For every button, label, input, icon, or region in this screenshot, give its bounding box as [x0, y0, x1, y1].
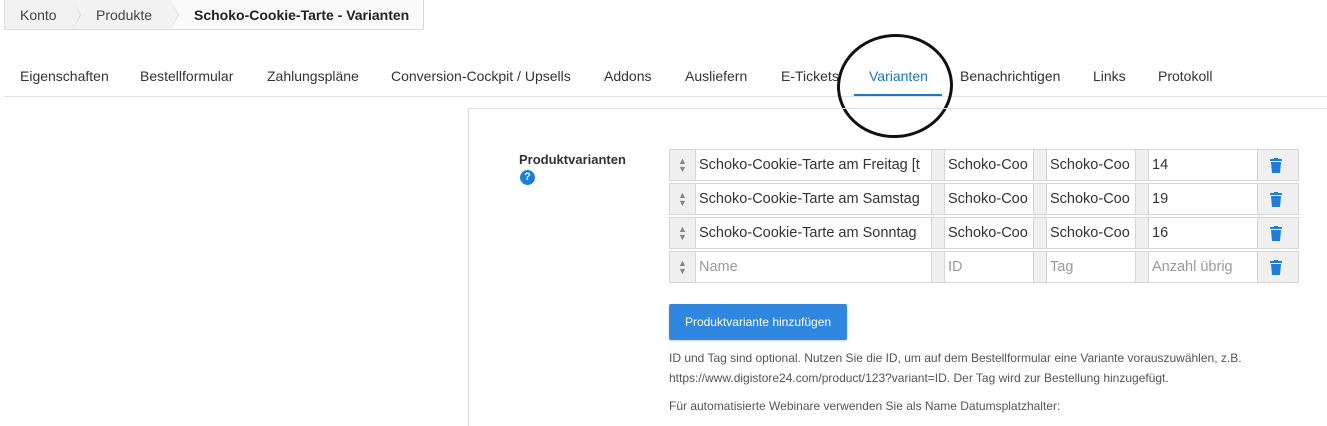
breadcrumb: Konto Produkte Schoko-Cookie-Tarte - Var…: [4, 0, 425, 30]
variant-row: ▲ ▼ Schoko-Cookie-Tarte am Samstag Schoko…: [669, 183, 1299, 215]
variant-row-new: ▲ ▼: [669, 251, 1299, 283]
breadcrumb-item-produkte[interactable]: Produkte: [72, 0, 179, 30]
drag-handle-icon[interactable]: ▲ ▼: [670, 150, 695, 180]
variant-name-input[interactable]: Schoko-Cookie-Tarte am Freitag [t: [695, 150, 932, 180]
variant-name-input[interactable]: Schoko-Cookie-Tarte am Samstag: [695, 184, 932, 214]
breadcrumb-item-current: Schoko-Cookie-Tarte - Varianten: [170, 0, 424, 29]
active-tab-indicator: [854, 94, 942, 96]
tab-eigenschaften[interactable]: Eigenschaften: [20, 68, 109, 84]
breadcrumb-label: Konto: [20, 6, 57, 23]
trash-icon[interactable]: [1258, 252, 1293, 282]
trash-icon[interactable]: [1258, 150, 1293, 180]
trash-icon[interactable]: [1258, 184, 1293, 214]
tab-addons[interactable]: Addons: [604, 68, 651, 84]
hint-text: ID und Tag sind optional. Nutzen Sie die…: [669, 351, 1242, 365]
variant-row: ▲ ▼ Schoko-Cookie-Tarte am Freitag [t Sch…: [669, 149, 1299, 181]
tab-links[interactable]: Links: [1093, 68, 1126, 84]
variant-id-input[interactable]: Schoko-Coo: [944, 150, 1034, 180]
drag-handle-icon[interactable]: ▲ ▼: [670, 184, 695, 214]
breadcrumb-label: Schoko-Cookie-Tarte - Varianten: [194, 6, 410, 23]
variant-row: ▲ ▼ Schoko-Cookie-Tarte am Sonntag Schoko…: [669, 217, 1299, 249]
tab-varianten[interactable]: Varianten: [869, 68, 928, 84]
variant-count-input[interactable]: 16: [1148, 218, 1258, 248]
tab-e-tickets[interactable]: E-Tickets: [781, 68, 839, 84]
variant-count-input[interactable]: 14: [1148, 150, 1258, 180]
tab-ausliefern[interactable]: Ausliefern: [685, 68, 747, 84]
breadcrumb-item-konto[interactable]: Konto: [5, 0, 81, 30]
tab-conversion-cockpit[interactable]: Conversion-Cockpit / Upsells: [391, 68, 571, 84]
trash-icon[interactable]: [1258, 218, 1293, 248]
new-variant-name-input[interactable]: [699, 259, 928, 275]
hint-text: Für automatisierte Webinare verwenden Si…: [669, 399, 1061, 413]
variant-tag-input[interactable]: Schoko-Coo: [1046, 218, 1136, 248]
tab-zahlungsplaene[interactable]: Zahlungspläne: [267, 68, 359, 84]
variant-tag-input[interactable]: Schoko-Coo: [1046, 150, 1136, 180]
variant-tag-input[interactable]: Schoko-Coo: [1046, 184, 1136, 214]
variant-count-input[interactable]: 19: [1148, 184, 1258, 214]
tab-bar: Eigenschaften Bestellformular Zahlungspl…: [4, 58, 1327, 97]
tab-protokoll[interactable]: Protokoll: [1158, 68, 1212, 84]
new-variant-count-input[interactable]: [1152, 259, 1254, 275]
drag-handle-icon[interactable]: ▲ ▼: [670, 218, 695, 248]
variant-name-input[interactable]: Schoko-Cookie-Tarte am Sonntag: [695, 218, 932, 248]
new-variant-tag-input[interactable]: [1050, 259, 1132, 275]
tab-benachrichtigen[interactable]: Benachrichtigen: [960, 68, 1060, 84]
variant-id-input[interactable]: Schoko-Coo: [944, 184, 1034, 214]
help-icon[interactable]: ?: [520, 170, 535, 185]
add-variant-button[interactable]: Produktvariante hinzufügen: [669, 304, 847, 340]
hint-text: https://www.digistore24.com/product/123?…: [669, 371, 1169, 385]
drag-handle-icon[interactable]: ▲ ▼: [670, 252, 695, 282]
field-label-produktvarianten: Produktvarianten: [519, 152, 626, 167]
new-variant-id-input[interactable]: [948, 259, 1030, 275]
breadcrumb-label: Produkte: [96, 6, 153, 23]
variant-id-input[interactable]: Schoko-Coo: [944, 218, 1034, 248]
tab-bestellformular[interactable]: Bestellformular: [140, 68, 233, 84]
